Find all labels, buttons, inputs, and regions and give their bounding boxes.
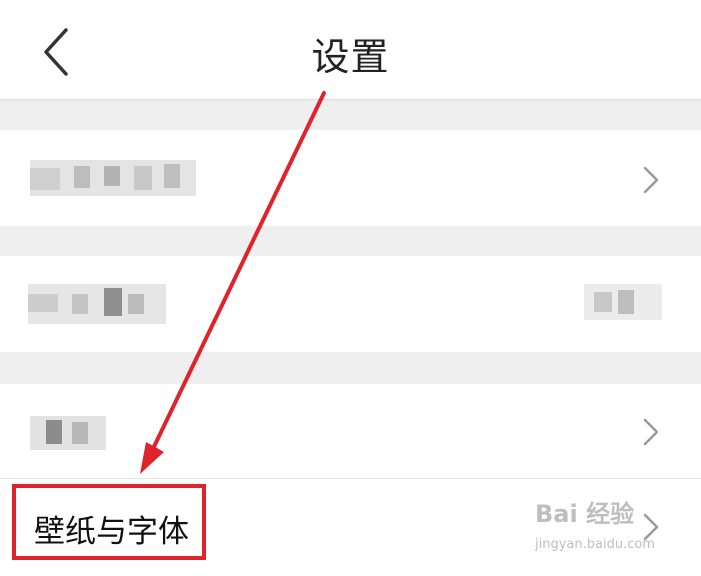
annotation-arrow [140, 91, 326, 474]
baidu-jingyan-watermark: Bai 经验 jingyan.baidu.com [534, 500, 655, 552]
svg-text:Bai 经验: Bai 经验 [535, 500, 634, 528]
svg-text:jingyan.baidu.com: jingyan.baidu.com [534, 537, 655, 552]
